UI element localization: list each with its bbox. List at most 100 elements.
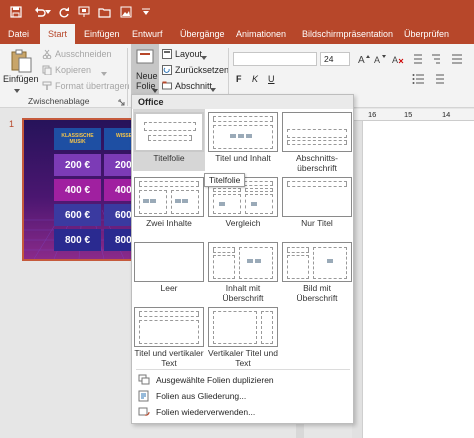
reuse-slides-icon <box>138 406 150 418</box>
present-icon[interactable] <box>76 4 92 20</box>
reset-icon <box>162 65 172 75</box>
menu-item-outline[interactable]: Folien aus Gliederung... <box>136 388 350 404</box>
layout-name: Leer <box>160 283 178 293</box>
layout-titel-und-vertikaler-text[interactable]: Titel und vertikaler Text <box>134 307 204 368</box>
layout-name: Titel und Inhalt <box>215 153 271 163</box>
layout-icon <box>162 49 172 59</box>
layout-titel-und-inhalt[interactable]: Titel und Inhalt <box>208 112 278 172</box>
ruler: 16 15 14 <box>352 109 474 121</box>
value-cell: 800 € <box>54 229 101 251</box>
value-cell: 400 € <box>54 179 101 201</box>
layout-name: Nur Titel <box>301 218 333 228</box>
section-button[interactable]: Abschnitt <box>175 81 212 91</box>
layout-bild-mit-ueberschrift[interactable]: Bild mit Überschrift <box>282 242 352 303</box>
layout-abschnittsueberschrift[interactable]: Abschnitts- überschrift <box>282 112 352 173</box>
tooltip: Titelfolie <box>204 173 246 187</box>
underline-button[interactable]: U <box>268 74 275 84</box>
undo-dropdown-icon[interactable] <box>44 4 52 20</box>
grow-font-icon[interactable]: A <box>358 54 370 66</box>
redo-icon[interactable] <box>56 4 72 20</box>
outline-icon <box>138 390 150 402</box>
tab-uebergaenge[interactable]: Übergänge <box>180 24 225 44</box>
layout-button[interactable]: Layout <box>175 49 202 59</box>
bold-button[interactable]: F <box>236 74 242 84</box>
open-icon[interactable] <box>96 4 112 20</box>
format-painter-button[interactable]: Format übertragen <box>55 81 130 91</box>
format-painter-icon <box>42 81 52 91</box>
paragraph-icons <box>412 52 472 66</box>
new-slide-label-1: Neue <box>136 71 158 81</box>
layout-dropdown-icon[interactable] <box>201 52 207 60</box>
category-header: KLASSISCHE MUSIK <box>54 128 101 150</box>
tab-start[interactable]: Start <box>40 24 76 44</box>
clear-format-icon[interactable]: A <box>392 54 404 65</box>
dialog-launcher-icon[interactable] <box>118 98 125 106</box>
slide-number: 1 <box>9 119 15 129</box>
paste-dropdown-icon[interactable] <box>14 85 20 93</box>
tab-animationen[interactable]: Animationen <box>236 24 286 44</box>
tab-entwurf[interactable]: Entwurf <box>132 24 163 44</box>
menu-item-duplicate[interactable]: Ausgewählte Folien duplizieren <box>136 372 350 388</box>
italic-button[interactable]: K <box>252 74 258 84</box>
tab-bildschirmpraesentation[interactable]: Bildschirmpräsentation <box>302 24 393 44</box>
ruler-mark: 15 <box>404 110 413 119</box>
menu-item-label: Ausgewählte Folien duplizieren <box>156 375 274 385</box>
image-icon[interactable] <box>118 4 134 20</box>
ruler-mark: 16 <box>368 110 377 119</box>
font-name-input[interactable] <box>233 52 317 66</box>
list-icons <box>412 72 472 86</box>
duplicate-slides-icon <box>138 374 150 386</box>
reset-button[interactable]: Zurücksetzen <box>175 65 229 75</box>
layout-name: Titel und vertikaler Text <box>134 348 204 368</box>
copy-button[interactable]: Kopieren <box>55 65 91 75</box>
slide-editor[interactable] <box>362 121 474 438</box>
layout-name: Abschnitts- überschrift <box>295 153 339 173</box>
layout-name: Bild mit Überschrift <box>296 283 338 303</box>
tab-einfuegen[interactable]: Einfügen <box>84 24 120 44</box>
menu-item-label: Folien wiederverwenden... <box>156 407 256 417</box>
layout-titelfolie[interactable]: Titelfolie <box>134 112 204 172</box>
value-cell: 600 € <box>54 204 101 226</box>
layout-name: Zwei Inhalte <box>146 218 192 228</box>
menu-separator <box>136 369 350 370</box>
section-icon <box>162 81 172 91</box>
font-size-value: 24 <box>324 54 334 64</box>
clipboard-group-label: Zwischenablage <box>28 96 90 106</box>
layout-name: Inhalt mit Überschrift <box>222 283 264 303</box>
ruler-mark: 14 <box>442 110 451 119</box>
save-icon[interactable] <box>8 4 24 20</box>
new-slide-gallery: Office Titelfolie Titel und Inhalt Absch… <box>131 94 354 424</box>
paste-icon[interactable] <box>8 48 34 74</box>
layout-zwei-inhalte[interactable]: Zwei Inhalte <box>134 177 204 237</box>
ribbon-tabs: Datei Start Einfügen Entwurf Übergänge A… <box>0 24 474 44</box>
quick-access-toolbar <box>0 0 474 24</box>
svg-text:A: A <box>374 55 380 64</box>
copy-dropdown-icon[interactable] <box>101 68 107 76</box>
cut-button[interactable]: Ausschneiden <box>55 49 112 59</box>
layout-inhalt-mit-ueberschrift[interactable]: Inhalt mit Überschrift <box>208 242 278 303</box>
font-size-input[interactable]: 24 <box>320 52 350 66</box>
value-cell: 200 € <box>54 154 101 176</box>
shrink-font-icon[interactable]: A <box>374 54 386 65</box>
layout-name: Titelfolie <box>153 153 185 163</box>
new-slide-dropdown-icon[interactable] <box>152 85 158 93</box>
section-dropdown-icon[interactable] <box>210 84 216 92</box>
svg-text:A: A <box>358 55 365 64</box>
layout-leer[interactable]: Leer <box>134 242 204 302</box>
tab-datei[interactable]: Datei <box>8 24 29 44</box>
svg-text:A: A <box>392 55 398 64</box>
new-slide-icon <box>136 49 154 65</box>
tab-ueberpruefen[interactable]: Überprüfen <box>404 24 449 44</box>
gallery-header: Office <box>132 95 353 109</box>
slide-thumbnail[interactable]: KLASSISCHE MUSIK WISSENS 200 € 200 € 400… <box>22 118 135 261</box>
menu-item-label: Folien aus Gliederung... <box>156 391 247 401</box>
paste-label[interactable]: Einfügen <box>3 74 39 84</box>
cut-icon <box>42 49 52 60</box>
layout-name: Vertikaler Titel und Text <box>208 348 278 368</box>
customize-icon[interactable] <box>138 4 154 20</box>
layout-nur-titel[interactable]: Nur Titel <box>282 177 352 237</box>
layout-vertikaler-titel-und-text[interactable]: Vertikaler Titel und Text <box>208 307 278 368</box>
menu-item-reuse[interactable]: Folien wiederverwenden... <box>136 404 350 420</box>
layout-name: Vergleich <box>225 218 261 228</box>
copy-icon <box>42 65 52 76</box>
